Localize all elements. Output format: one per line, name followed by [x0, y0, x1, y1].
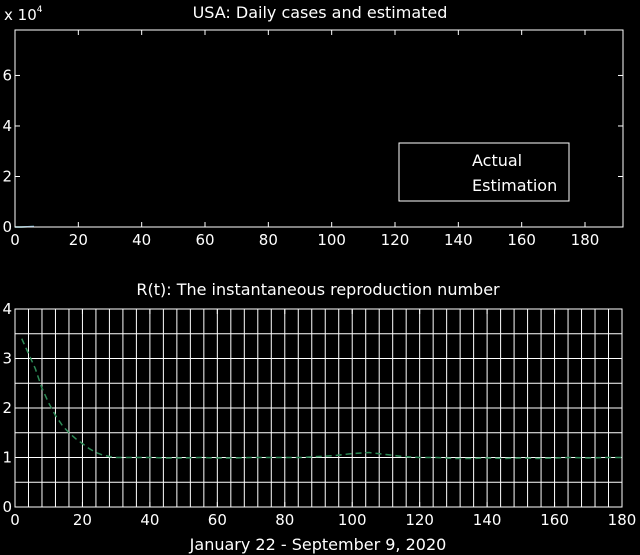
chart2-x-tick-label: 140: [473, 511, 502, 529]
chart2-y-tick-label: 0: [2, 498, 12, 516]
chart1-x-tick-label: 120: [381, 231, 410, 249]
chart1-y-exponent: x 104: [4, 5, 43, 24]
chart1-y-tick-label: 0: [2, 218, 12, 236]
chart2-y-tick-label: 3: [2, 350, 12, 368]
chart1-x-tick-label: 140: [444, 231, 473, 249]
chart1-legend-actual: Actual: [472, 151, 522, 170]
figure: USA: Daily cases and estimated x 104 0 20…: [2, 3, 636, 554]
chart1-title: USA: Daily cases and estimated: [193, 3, 448, 22]
chart2-y-tick-label: 1: [2, 449, 12, 467]
chart1-y-exponent-power: 4: [37, 5, 43, 15]
chart2-title: R(t): The instantaneous reproduction num…: [136, 280, 500, 299]
chart2-y-tick-label: 2: [2, 399, 12, 417]
chart1-x-tick-label: 180: [571, 231, 600, 249]
chart1-legend-estimation: Estimation: [472, 176, 557, 195]
chart1-x-tick-label: 40: [132, 231, 151, 249]
chart1-y-tick-label: 2: [2, 167, 12, 185]
chart2-series-line: [21, 338, 622, 460]
chart1-x-tick-label: 60: [195, 231, 214, 249]
chart1-x-tick-label: 80: [259, 231, 278, 249]
chart2-x-tick-label: 180: [608, 511, 637, 529]
chart2-x-tick-label: 80: [275, 511, 294, 529]
chart2-x-tick-label: 120: [405, 511, 434, 529]
chart-reproduction-number: R(t): The instantaneous reproduction num…: [2, 280, 636, 554]
chart-daily-cases: USA: Daily cases and estimated x 104 0 20…: [2, 3, 624, 249]
chart2-x-tick-label: 160: [540, 511, 569, 529]
chart2-y-tick-label: 4: [2, 300, 12, 318]
chart1-ticks: 0 20 40 60 80 100 120 140 160 1800246: [2, 30, 623, 249]
chart1-y-tick-label: 6: [2, 66, 12, 84]
chart2-x-tick-label: 40: [140, 511, 159, 529]
chart2-series: [21, 338, 622, 460]
chart2-grid: [14, 308, 623, 508]
chart2-x-tick-label: 20: [73, 511, 92, 529]
chart1-x-tick-label: 160: [507, 231, 536, 249]
chart2-x-tick-label: 100: [338, 511, 367, 529]
chart1-x-tick-label: 100: [317, 231, 346, 249]
chart1-x-tick-label: 20: [69, 231, 88, 249]
chart1-legend: Actual Estimation: [398, 142, 570, 202]
chart2-x-tick-label: 60: [208, 511, 227, 529]
chart2-x-label: January 22 - September 9, 2020: [189, 535, 447, 554]
chart1-y-tick-label: 4: [2, 117, 12, 135]
